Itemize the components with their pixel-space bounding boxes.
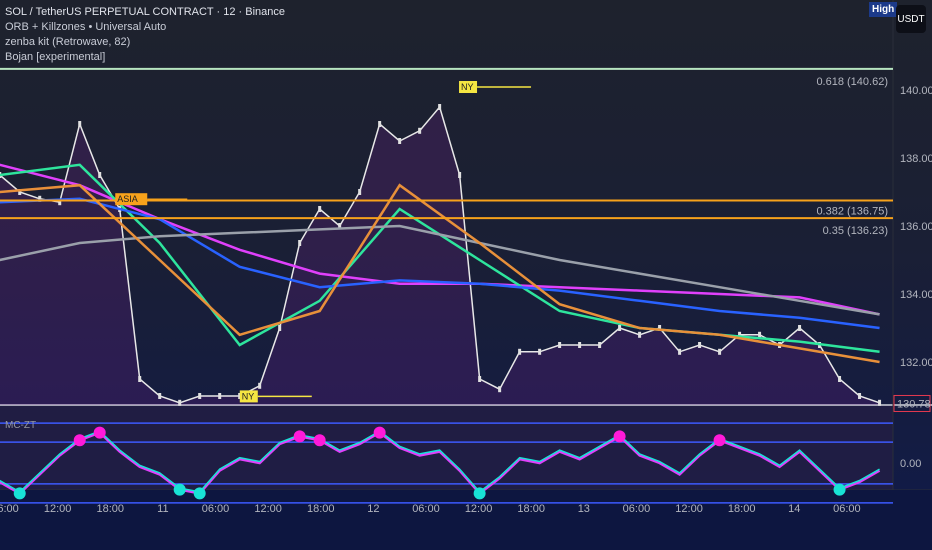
overbought-marker [373,426,386,439]
time-tick-label: 06:00 [833,503,861,515]
oscillator-tick-label: 0.00 [900,458,921,470]
price-area-fill [0,107,880,405]
overbought-marker [713,434,726,447]
candle [698,342,702,348]
session-label: NY [242,391,255,401]
price-tick-label: 136.00 [900,221,932,233]
candle [558,342,562,348]
currency-button[interactable]: USDT [896,5,926,33]
price-tick-label: 132.00 [900,357,932,369]
time-tick-label: 12:00 [675,503,703,515]
session-label: NY [461,82,474,92]
candle [258,382,262,389]
oversold-marker [473,487,486,500]
price-tick-label: 138.00 [900,153,932,165]
legend: SOL / TetherUS PERPETUAL CONTRACT · 12 ·… [5,5,285,65]
last-price-label: 130.78 [897,398,931,410]
candle [838,376,842,382]
candle [598,342,602,348]
time-tick-label: 06:00 [0,503,19,515]
candle [638,331,642,338]
time-tick-label: 18:00 [517,503,545,515]
price-tick-label: 134.00 [900,289,932,301]
candle [98,172,102,178]
oversold-marker [13,487,26,500]
time-tick-label: 06:00 [202,503,230,515]
indicator-zenba-kit[interactable]: zenba kit (Retrowave, 82) [5,35,285,50]
candle [398,138,402,144]
candle [578,342,582,348]
candle [418,127,422,134]
candle [458,172,462,178]
candle [358,189,362,195]
candle [618,325,622,331]
time-tick-label: 12:00 [44,503,72,515]
candle [178,399,182,406]
time-tick-label: 18:00 [307,503,335,515]
time-tick-label: 18:00 [728,503,756,515]
time-tick-label: 06:00 [412,503,440,515]
candle [498,386,502,393]
candle [678,348,682,355]
candle [878,399,882,406]
candle [798,325,802,331]
time-tick-label: 12 [367,503,379,515]
fib-level-label: 0.618 (140.62) [816,76,888,88]
candle [478,376,482,382]
symbol-title[interactable]: SOL / TetherUS PERPETUAL CONTRACT · 12 ·… [5,5,285,20]
session-label: ASIA [117,194,138,204]
indicator-orb-killzones[interactable]: ORB + Killzones • Universal Auto [5,20,285,35]
candle [378,121,382,127]
candle [198,393,202,399]
time-tick-label: 13 [578,503,590,515]
candle [278,325,282,331]
indicator-bojan[interactable]: Bojan [experimental] [5,50,285,65]
fib-level-label: 0.35 (136.23) [823,225,888,237]
oscillator-title: MC-ZT [5,420,37,431]
chart-canvas[interactable]: 140.00138.00136.00134.00132.00130.780.61… [0,0,932,550]
oversold-marker [833,483,846,496]
candle [218,393,222,399]
candle [298,240,302,246]
fib-level-label: 0.382 (136.75) [816,206,888,218]
candle [138,376,142,382]
overbought-marker [93,426,106,439]
overbought-marker [613,430,626,443]
price-tick-label: 140.00 [900,85,932,97]
time-tick-label: 11 [157,503,168,515]
overbought-marker [73,434,86,447]
candle [318,206,322,212]
overbought-marker [313,434,326,447]
overbought-marker [293,430,306,443]
time-tick-label: 14 [788,503,800,515]
candle [718,348,722,355]
candle [158,393,162,399]
candle [858,393,862,399]
oscillator-pane [0,405,893,490]
candle [78,121,82,127]
candle [538,348,542,355]
oversold-marker [173,483,186,496]
candle [518,348,522,355]
candle [438,104,442,110]
time-axis [0,490,932,550]
high-badge: High [869,2,898,17]
oversold-marker [193,487,206,500]
time-tick-label: 06:00 [623,503,651,515]
time-tick-label: 12:00 [465,503,493,515]
chart-window: 140.00 138.00 136.00 134.00 132.00 130.78 0.61… [0,0,932,550]
time-tick-label: 18:00 [96,503,124,515]
time-tick-label: 12:00 [254,503,282,515]
